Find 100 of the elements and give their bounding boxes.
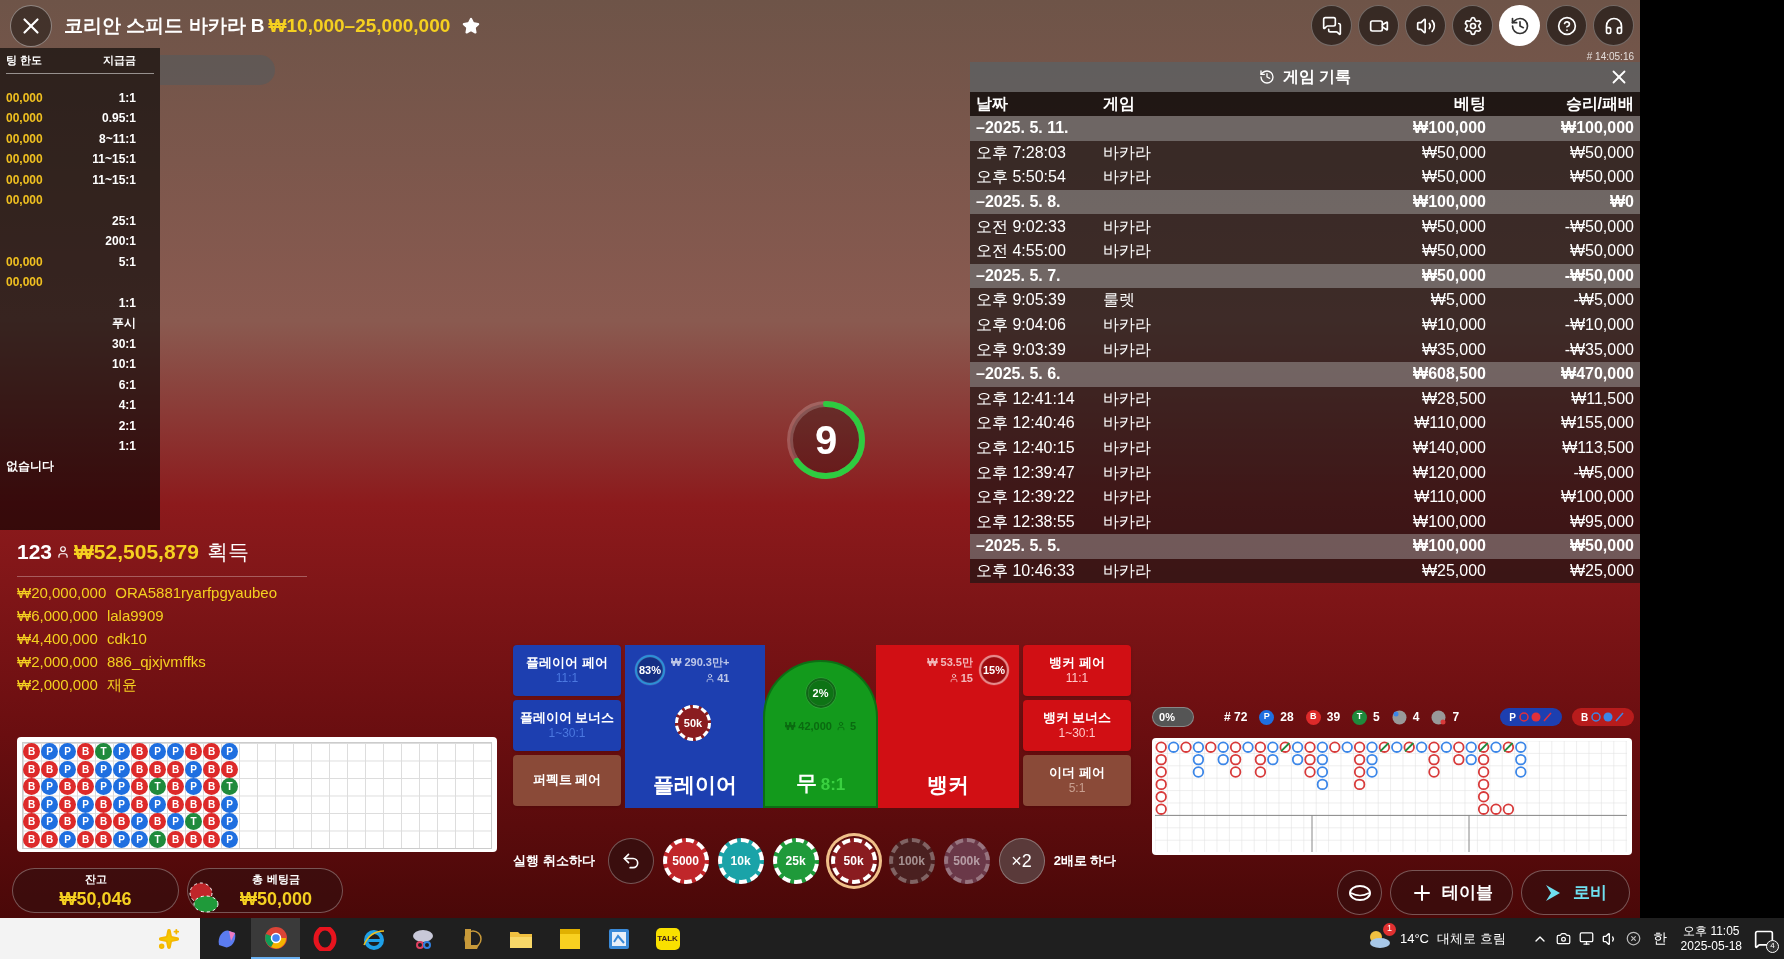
win-loss-amount: -₩50,000	[1563, 265, 1634, 286]
game-name: 바카라	[1103, 487, 1152, 508]
history-time: 오후 5:50:54	[976, 167, 1067, 188]
player-ask-button[interactable]: P	[1500, 708, 1562, 726]
bead: P	[59, 830, 76, 848]
user-icon	[705, 673, 716, 684]
total-bet-label: 총 베팅금	[252, 872, 300, 887]
letter-o-icon	[312, 926, 337, 951]
input-method[interactable]: 한	[1652, 928, 1667, 949]
result-count: 28	[1280, 709, 1294, 726]
notifications-icon[interactable]	[1754, 928, 1774, 949]
speaker-button[interactable]	[1405, 5, 1446, 46]
user-icon	[836, 721, 846, 732]
result-count: 4	[1412, 709, 1420, 726]
winner-amount: ₩2,000,000	[17, 652, 98, 673]
bet-limit: 00,000	[6, 171, 43, 189]
bead: B	[149, 813, 166, 830]
payout: 1:1	[118, 438, 136, 456]
bet-limit: 00,000	[6, 192, 43, 210]
bead: B	[77, 778, 94, 795]
sparkle-icon	[158, 927, 180, 950]
side-bet-button[interactable]: 플레이어 보너스 1~30:1	[513, 700, 621, 751]
bead: P	[149, 795, 166, 813]
bead: B	[131, 743, 148, 760]
winner-amount: ₩20,000,000	[17, 583, 107, 604]
add-table-button[interactable]: 테이블	[1390, 870, 1513, 915]
close-button[interactable]	[10, 5, 52, 47]
bead: B	[167, 795, 184, 813]
side-bet-button[interactable]: 퍼펙트 페어	[513, 755, 621, 806]
date-group: –2025. 5. 7.	[976, 263, 1103, 288]
headset-button[interactable]	[1593, 5, 1634, 46]
table-title: 코리안 스피드 바카라 B	[64, 13, 265, 38]
camera-icon[interactable]	[1555, 931, 1571, 946]
help-button[interactable]	[1546, 5, 1587, 46]
history-icon	[1509, 15, 1530, 36]
side-bet-button[interactable]: 이더 페어 5:1	[1023, 755, 1131, 806]
game-name: 바카라	[1103, 413, 1152, 434]
favorite-star-icon[interactable]	[462, 17, 481, 35]
balance-amount: ₩50,046	[59, 887, 132, 910]
bet-limits: ₩10,000–25,000,000	[268, 13, 451, 38]
payout: 6:1	[118, 376, 136, 394]
result-count: 7	[1452, 709, 1460, 726]
shoe-progress-toggle[interactable]: 0%	[1152, 707, 1194, 727]
bet-limit: 00,000	[6, 274, 43, 292]
bet-amount: ₩110,000	[1413, 487, 1486, 508]
bet-limit: 00,000	[6, 89, 43, 107]
winner-name: 886_qjxjvmffks	[106, 652, 206, 673]
settings-button[interactable]	[1452, 5, 1493, 46]
payout: 8~11:1	[98, 130, 136, 148]
temperature: 14°C	[1399, 929, 1429, 948]
bead: B	[95, 830, 112, 848]
game-name: 바카라	[1103, 216, 1152, 237]
sticky-note-icon	[558, 927, 581, 950]
close-circle-icon[interactable]	[1625, 931, 1641, 946]
lobby-button[interactable]: 로비	[1521, 870, 1630, 915]
chat-icon	[1321, 15, 1342, 36]
bead: B	[77, 830, 94, 848]
banker-ask-button[interactable]: B	[1572, 708, 1634, 726]
browser-icon	[263, 925, 288, 950]
payout: 푸시	[112, 315, 136, 333]
win-loss-amount: -₩50,000	[1563, 216, 1634, 237]
bead: B	[203, 813, 220, 830]
bead: P	[113, 778, 130, 795]
bead: B	[167, 760, 184, 778]
bead: B	[185, 830, 202, 848]
column-header: 팅 한도	[6, 53, 43, 68]
undo-icon	[620, 851, 641, 871]
bead: P	[41, 743, 58, 760]
weather-text: 대체로 흐림	[1437, 929, 1506, 948]
win-loss-amount: -₩10,000	[1563, 315, 1634, 336]
percentage-ring: 2%	[803, 676, 838, 710]
bead: B	[203, 795, 220, 813]
bead: B	[95, 813, 112, 830]
bead: B	[23, 743, 40, 760]
win-loss-amount: ₩50,000	[1568, 167, 1634, 188]
win-loss-amount: ₩95,000	[1568, 511, 1634, 532]
bead: P	[185, 778, 202, 795]
clock-time[interactable]: 오후 11:05	[1683, 923, 1740, 939]
placed-chip[interactable]: 50k	[675, 705, 711, 741]
payout: 5:1	[118, 253, 136, 271]
side-bet-button[interactable]: 뱅커 페어 11:1	[1023, 645, 1131, 696]
network-icon[interactable]	[1578, 931, 1594, 946]
payout: 1:1	[118, 89, 136, 107]
taskbar-app-button[interactable]: TALK	[643, 918, 692, 959]
history-time: 오후 12:38:55	[976, 511, 1076, 532]
side-bet-button[interactable]: 뱅커 보너스 1~30:1	[1023, 700, 1131, 751]
winner-amount: ₩4,400,000	[17, 629, 98, 650]
bead: P	[95, 778, 112, 795]
winner-name: 재윤	[106, 675, 137, 696]
game-name: 바카라	[1103, 339, 1152, 360]
bead: P	[131, 830, 148, 848]
bead: P	[113, 795, 130, 813]
taskbar-app-button[interactable]	[251, 918, 300, 959]
video-camera-button[interactable]	[1358, 5, 1399, 46]
side-bet-button[interactable]: 플레이어 페어 11:1	[513, 645, 621, 696]
bet-amount: ₩25,000	[1420, 561, 1486, 581]
history-time: 오전 9:02:33	[976, 216, 1067, 237]
chat-button[interactable]	[1311, 5, 1352, 46]
clock-date[interactable]: 2025-05-18	[1680, 938, 1742, 954]
player-count: 15	[960, 671, 973, 686]
